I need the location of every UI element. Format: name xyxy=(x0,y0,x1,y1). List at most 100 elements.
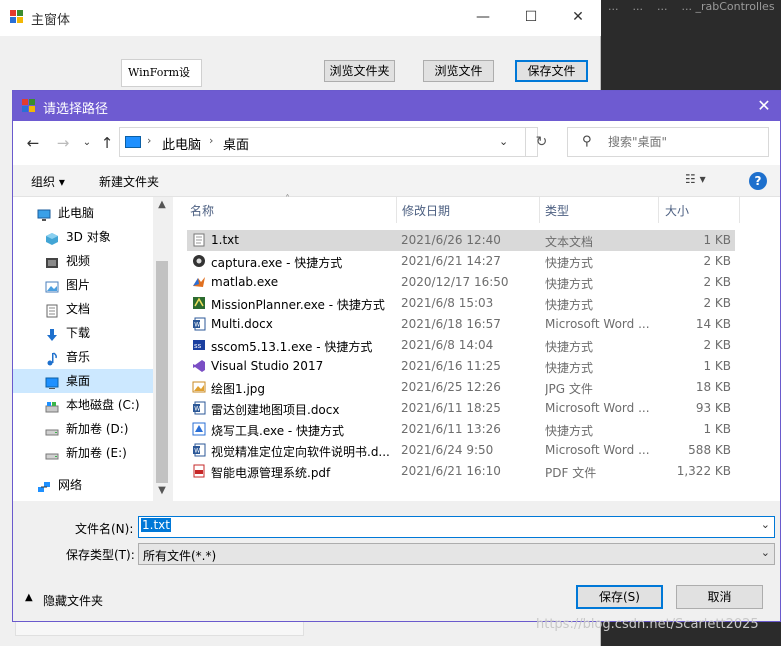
file-size: 1 KB xyxy=(703,359,731,373)
file-date: 2021/6/18 16:57 xyxy=(401,317,501,331)
cancel-button[interactable]: 取消 xyxy=(676,585,763,609)
file-row[interactable]: captura.exe - 快捷方式 2021/6/21 14:27 快捷方式 2 K… xyxy=(187,251,735,272)
main-window-title: 主窗体 xyxy=(31,13,71,28)
view-options-icon[interactable]: ☷ ▾ xyxy=(685,172,706,186)
desktop-icon xyxy=(45,374,59,389)
nav-item[interactable]: 图片 xyxy=(13,273,153,297)
nav-item-label: 桌面 xyxy=(66,374,91,388)
back-arrow-icon[interactable]: ← xyxy=(23,133,43,153)
file-name: 绘图1.jpg xyxy=(211,382,266,396)
column-divider[interactable] xyxy=(539,197,540,223)
background-tab: ... xyxy=(608,0,619,13)
file-row[interactable]: MissionPlanner.exe - 快捷方式 2021/6/8 15:03 快… xyxy=(187,293,735,314)
nav-item[interactable]: 视频 xyxy=(13,249,153,273)
address-row: ← → ⌄ ↑ › 此电脑 › 桌面 ⌄ ↻ ⚲ xyxy=(13,121,780,165)
minimize-button[interactable]: — xyxy=(460,0,506,34)
file-row[interactable]: 1.txt 2021/6/26 12:40 文本文档 1 KB xyxy=(187,230,735,251)
chevron-down-icon[interactable]: ⌄ xyxy=(761,518,770,531)
file-date: 2021/6/26 12:40 xyxy=(401,233,501,247)
column-headers: ˄ 名称 修改日期 类型 大小 xyxy=(173,194,780,223)
nav-item[interactable]: 桌面 xyxy=(13,369,153,393)
chevron-down-icon[interactable]: ⌄ xyxy=(761,546,770,559)
file-type: 快捷方式 xyxy=(545,340,594,354)
browse-folder-button[interactable]: 浏览文件夹 xyxy=(324,60,395,82)
filename-field[interactable]: 1.txt ⌄ xyxy=(138,516,775,538)
file-size: 2 KB xyxy=(703,254,731,268)
nav-item-label: 新加卷 (D:) xyxy=(66,422,129,436)
nav-item[interactable]: 此电脑 xyxy=(13,201,153,225)
column-header-type[interactable]: 类型 xyxy=(545,202,569,219)
close-button[interactable]: ✕ xyxy=(555,0,601,34)
nav-item[interactable]: 网络 xyxy=(13,473,153,497)
file-type: 快捷方式 xyxy=(545,424,594,438)
nav-item[interactable]: 新加卷 (D:) xyxy=(13,417,153,441)
file-row[interactable]: W 雷达创建地图项目.docx 2021/6/11 18:25 Microsoft W… xyxy=(187,398,735,419)
search-box[interactable]: ⚲ xyxy=(567,127,769,157)
scroll-up-arrow-icon[interactable]: ▲ xyxy=(153,199,171,213)
recent-locations-chevron-icon[interactable]: ⌄ xyxy=(77,133,97,153)
save-file-button[interactable]: 保存文件 xyxy=(515,60,588,82)
column-divider[interactable] xyxy=(396,197,397,223)
organize-menu[interactable]: 组织 ▾ xyxy=(31,173,65,190)
up-arrow-icon[interactable]: ↑ xyxy=(97,133,117,153)
breadcrumb-desktop[interactable]: 桌面 xyxy=(223,134,249,153)
scrollbar-thumb[interactable] xyxy=(156,261,168,483)
file-size: 1,322 KB xyxy=(676,464,731,478)
search-input[interactable] xyxy=(608,133,758,151)
scroll-down-arrow-icon[interactable]: ▼ xyxy=(153,485,171,499)
dialog-close-button[interactable]: ✕ xyxy=(748,91,780,121)
nav-item[interactable]: 3D 对象 xyxy=(13,225,153,249)
dialog-titlebar: 请选择路径 ✕ xyxy=(13,91,780,121)
nav-item[interactable]: 音乐 xyxy=(13,345,153,369)
file-size: 2 KB xyxy=(703,275,731,289)
filename-input[interactable]: 1.txt xyxy=(141,518,171,536)
file-type: Microsoft Word ... xyxy=(545,317,650,331)
file-name: 智能电源管理系统.pdf xyxy=(211,466,331,480)
breadcrumb-separator[interactable]: › xyxy=(209,134,213,147)
nav-item-label: 本地磁盘 (C:) xyxy=(66,398,140,412)
file-name: Visual Studio 2017 xyxy=(211,359,324,373)
save-file-dialog: 请选择路径 ✕ ← → ⌄ ↑ › 此电脑 › 桌面 ⌄ ↻ ⚲ 组织 ▾ 新建… xyxy=(12,90,781,622)
breadcrumb-this-pc[interactable]: 此电脑 xyxy=(162,134,201,153)
nav-item[interactable]: 本地磁盘 (C:) xyxy=(13,393,153,417)
file-row[interactable]: Visual Studio 2017 2021/6/16 11:25 快捷方式 1 K… xyxy=(187,356,735,377)
file-date: 2020/12/17 16:50 xyxy=(401,275,509,289)
nav-item[interactable]: 新加卷 (E:) xyxy=(13,441,153,465)
music-icon xyxy=(45,350,59,366)
filename-label: 文件名(N): xyxy=(75,522,134,536)
column-divider[interactable] xyxy=(658,197,659,223)
new-folder-button[interactable]: 新建文件夹 xyxy=(99,173,159,190)
nav-item[interactable]: 下载 xyxy=(13,321,153,345)
file-size: 14 KB xyxy=(695,317,731,331)
save-button[interactable]: 保存(S) xyxy=(576,585,663,609)
file-row[interactable]: 绘图1.jpg 2021/6/25 12:26 JPG 文件 18 KB xyxy=(187,377,735,398)
address-bar[interactable]: › 此电脑 › 桌面 ⌄ ↻ xyxy=(119,127,547,157)
file-row[interactable]: 智能电源管理系统.pdf 2021/6/21 16:10 PDF 文件 1,322 K… xyxy=(187,461,735,482)
nav-item-label: 下载 xyxy=(66,326,91,340)
forward-arrow-icon[interactable]: → xyxy=(53,133,73,153)
column-header-date[interactable]: 修改日期 xyxy=(402,202,450,219)
download-icon xyxy=(45,326,59,341)
file-row[interactable]: W Multi.docx 2021/6/18 16:57 Microsoft Word… xyxy=(187,314,735,335)
nav-scrollbar[interactable]: ▲ ▼ xyxy=(153,197,171,501)
chevron-down-icon[interactable]: ⌄ xyxy=(499,135,508,148)
pdf-file-icon xyxy=(192,464,206,479)
file-row[interactable]: matlab.exe 2020/12/17 16:50 快捷方式 2 KB xyxy=(187,272,735,293)
column-header-size[interactable]: 大小 xyxy=(665,202,689,219)
maximize-button[interactable]: ☐ xyxy=(508,0,554,34)
browse-file-button[interactable]: 浏览文件 xyxy=(423,60,494,82)
file-date: 2021/6/21 16:10 xyxy=(401,464,501,478)
nav-item[interactable]: 文档 xyxy=(13,297,153,321)
main-bottom-panel xyxy=(15,620,304,636)
column-header-name[interactable]: 名称 xyxy=(190,202,214,219)
file-row[interactable]: 烧写工具.exe - 快捷方式 2021/6/11 13:26 快捷方式 1 KB xyxy=(187,419,735,440)
file-row[interactable]: W 视觉精准定位定向软件说明书.d... 2021/6/24 9:50 Microso… xyxy=(187,440,735,461)
filename-value[interactable]: 1.txt xyxy=(141,518,171,532)
breadcrumb-separator[interactable]: › xyxy=(147,134,151,147)
computer-icon xyxy=(125,136,141,148)
filetype-select[interactable]: 所有文件(*.*) ⌄ xyxy=(138,543,775,565)
file-row[interactable]: ss sscom5.13.1.exe - 快捷方式 2021/6/8 14:04 快捷… xyxy=(187,335,735,356)
refresh-icon[interactable]: ↻ xyxy=(525,128,557,156)
help-icon[interactable]: ? xyxy=(749,172,767,190)
column-divider[interactable] xyxy=(739,197,740,223)
